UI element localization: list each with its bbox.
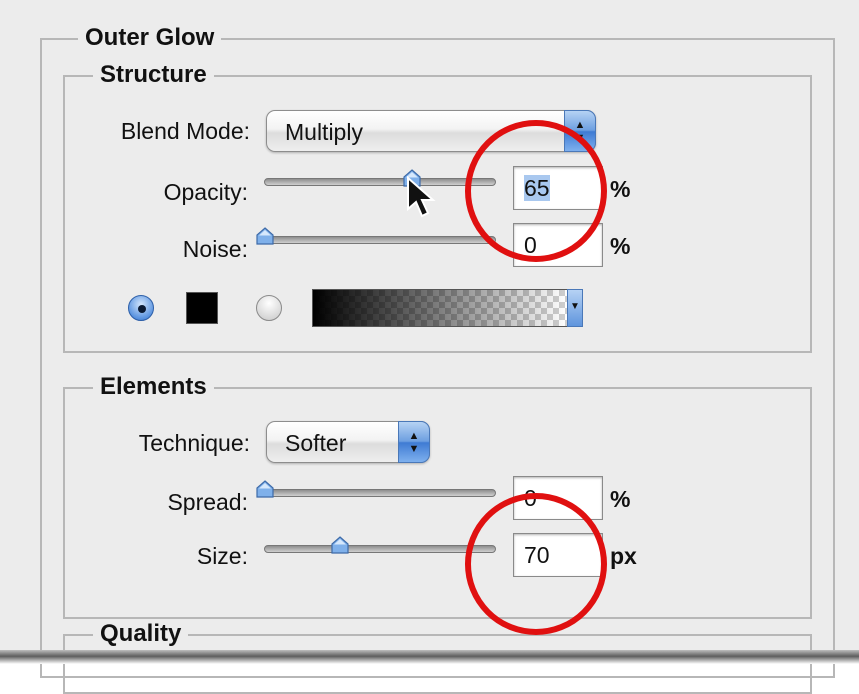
gradient-radio[interactable] (256, 295, 282, 321)
noise-slider-thumb[interactable] (256, 227, 274, 245)
outer-glow-title: Outer Glow (78, 23, 222, 53)
gradient-dropdown-icon[interactable]: ▼ (567, 289, 583, 327)
opacity-unit: % (610, 176, 631, 202)
spread-unit: % (610, 486, 631, 512)
glow-color-swatch[interactable] (186, 292, 218, 324)
mouse-pointer-icon (407, 176, 436, 218)
popup-arrows-icon: ▲ ▼ (398, 421, 430, 463)
solid-color-radio[interactable] (128, 295, 154, 321)
size-unit: px (610, 543, 637, 569)
noise-unit: % (610, 233, 631, 259)
blend-mode-value: Multiply (285, 119, 363, 145)
blend-mode-label: Blend Mode: (120, 118, 250, 144)
quality-group: Quality (63, 619, 812, 694)
spread-label: Spread: (167, 489, 248, 515)
bottom-edge-shadow (0, 650, 859, 664)
noise-label: Noise: (182, 236, 248, 262)
size-label: Size: (196, 543, 248, 569)
elements-title: Elements (93, 372, 214, 402)
technique-select[interactable]: Softer ▲ ▼ (266, 421, 430, 463)
technique-label: Technique: (138, 430, 250, 456)
quality-title: Quality (93, 619, 189, 649)
size-slider-thumb[interactable] (331, 536, 349, 554)
glow-gradient-picker[interactable] (312, 289, 568, 327)
structure-title: Structure (93, 60, 214, 90)
opacity-callout-circle (465, 120, 607, 262)
spread-slider-thumb[interactable] (256, 480, 274, 498)
technique-value: Softer (285, 430, 347, 456)
outer-glow-panel: Outer Glow Structure Blend Mode: Multipl… (0, 0, 859, 694)
opacity-label: Opacity: (163, 179, 248, 205)
size-callout-circle (465, 493, 607, 635)
